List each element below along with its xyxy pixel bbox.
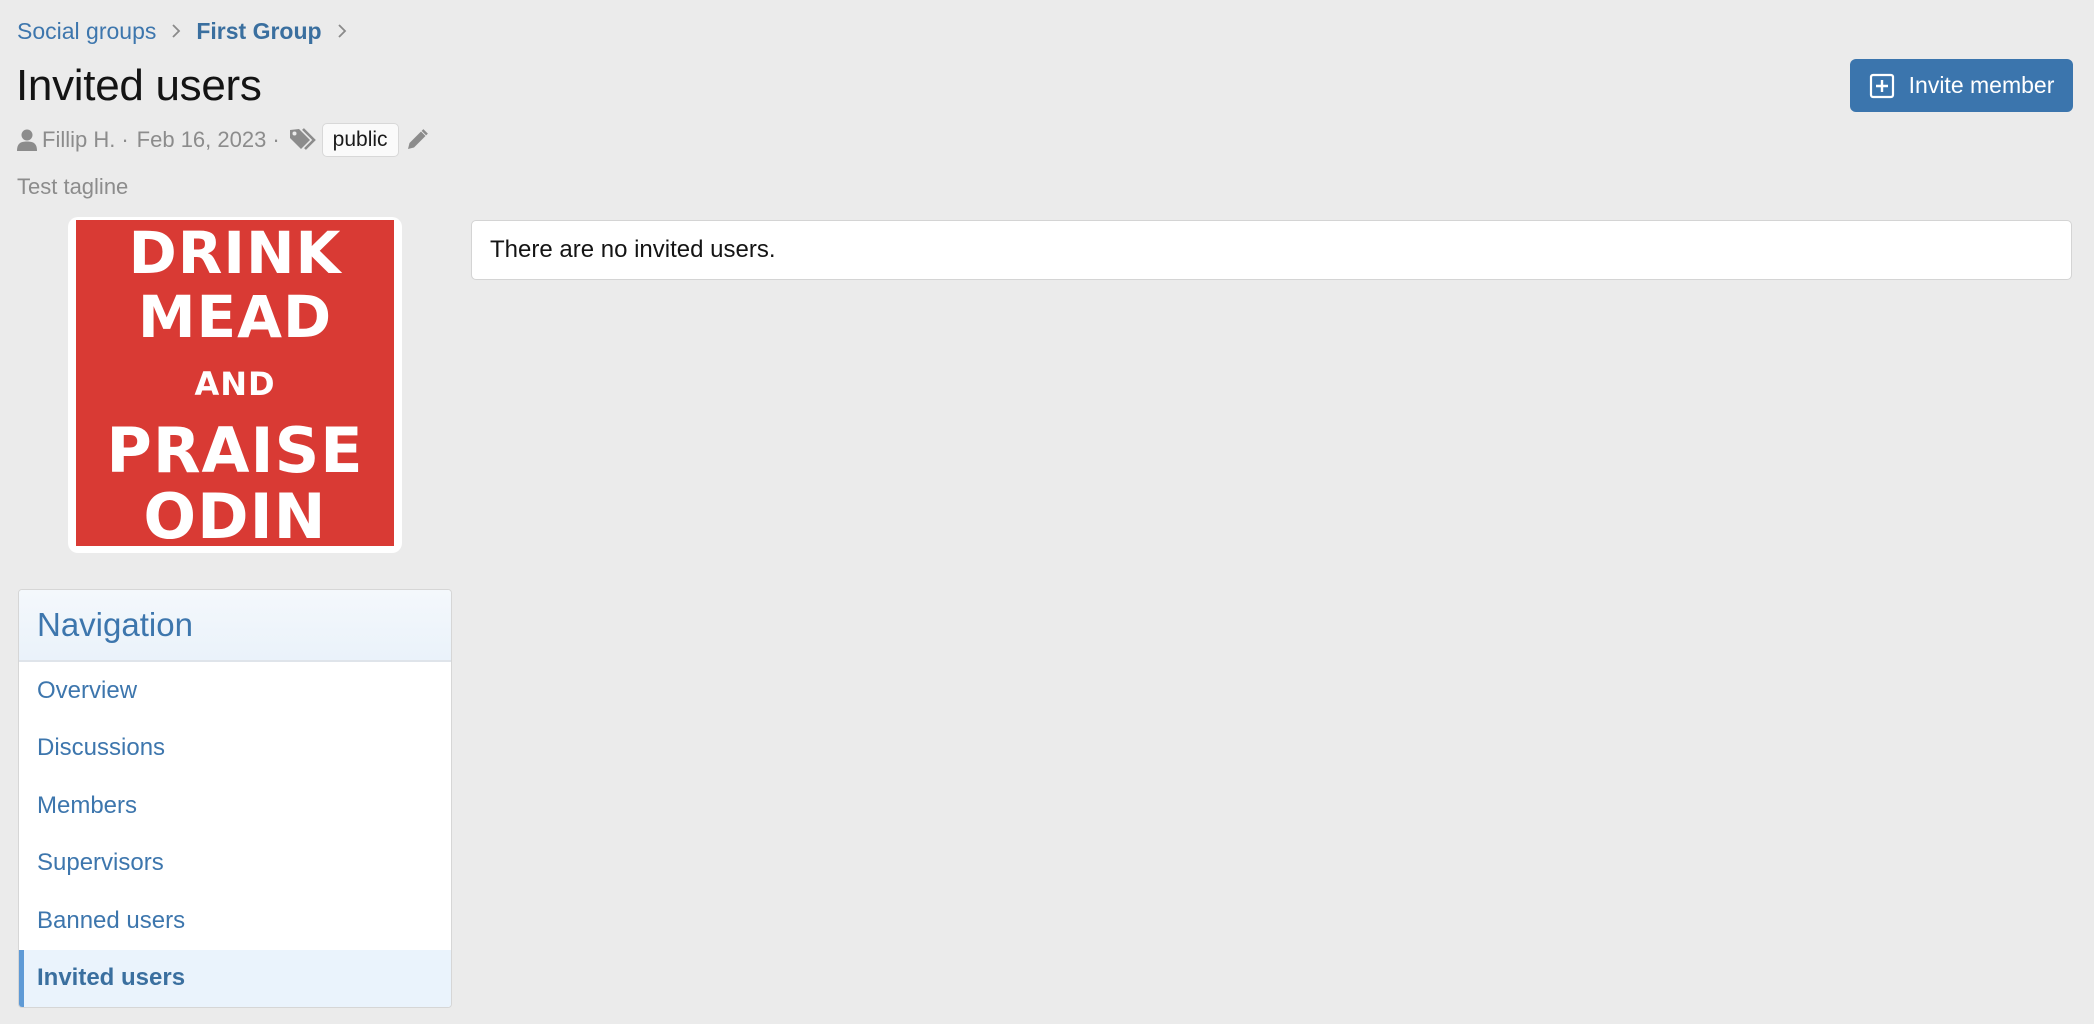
avatar-text-line: PRAISE (106, 414, 364, 487)
breadcrumb-first-group[interactable]: First Group (196, 16, 321, 46)
invited-users-panel: There are no invited users. (471, 220, 2072, 280)
chevron-right-icon (336, 22, 348, 40)
group-created-date: Feb 16, 2023 (136, 127, 267, 152)
chevron-right-icon (170, 22, 182, 40)
pencil-icon[interactable] (405, 128, 429, 152)
avatar-text-line: MEAD (137, 283, 333, 351)
page-title: Invited users (16, 61, 262, 110)
navigation-block: Navigation Overview Discussions Members … (18, 589, 452, 1008)
user-icon (17, 128, 37, 152)
breadcrumb-social-groups[interactable]: Social groups (17, 16, 156, 46)
nav-item-banned-users[interactable]: Banned users (19, 892, 451, 950)
group-author-link[interactable]: Fillip H. (42, 122, 115, 158)
group-tagline: Test tagline (17, 174, 129, 199)
meta-separator: · (121, 127, 129, 152)
nav-item-supervisors[interactable]: Supervisors (19, 835, 451, 893)
breadcrumb: Social groups First Group (17, 16, 362, 46)
avatar-text-line: ODIN (143, 480, 327, 553)
tags-icon (288, 127, 318, 153)
empty-state-message: There are no invited users. (490, 236, 776, 263)
invite-member-label: Invite member (1908, 72, 2055, 98)
group-avatar[interactable]: DRINK MEAD AND PRAISE ODIN (68, 217, 402, 553)
tag-public[interactable]: public (321, 123, 399, 157)
group-avatar-image: DRINK MEAD AND PRAISE ODIN (76, 219, 394, 553)
nav-item-members[interactable]: Members (19, 777, 451, 835)
meta-separator: · (272, 127, 280, 152)
avatar-text-line: DRINK (128, 219, 342, 287)
invite-member-button[interactable]: Invite member (1850, 59, 2073, 112)
nav-item-invited-users[interactable]: Invited users (19, 949, 451, 1007)
plus-square-icon (1869, 73, 1895, 99)
avatar-text-line: AND (194, 365, 276, 403)
navigation-title: Navigation (19, 590, 451, 662)
nav-item-discussions[interactable]: Discussions (19, 720, 451, 778)
nav-item-overview[interactable]: Overview (19, 662, 451, 720)
group-meta: Fillip H. · Feb 16, 2023 · public (17, 122, 429, 158)
